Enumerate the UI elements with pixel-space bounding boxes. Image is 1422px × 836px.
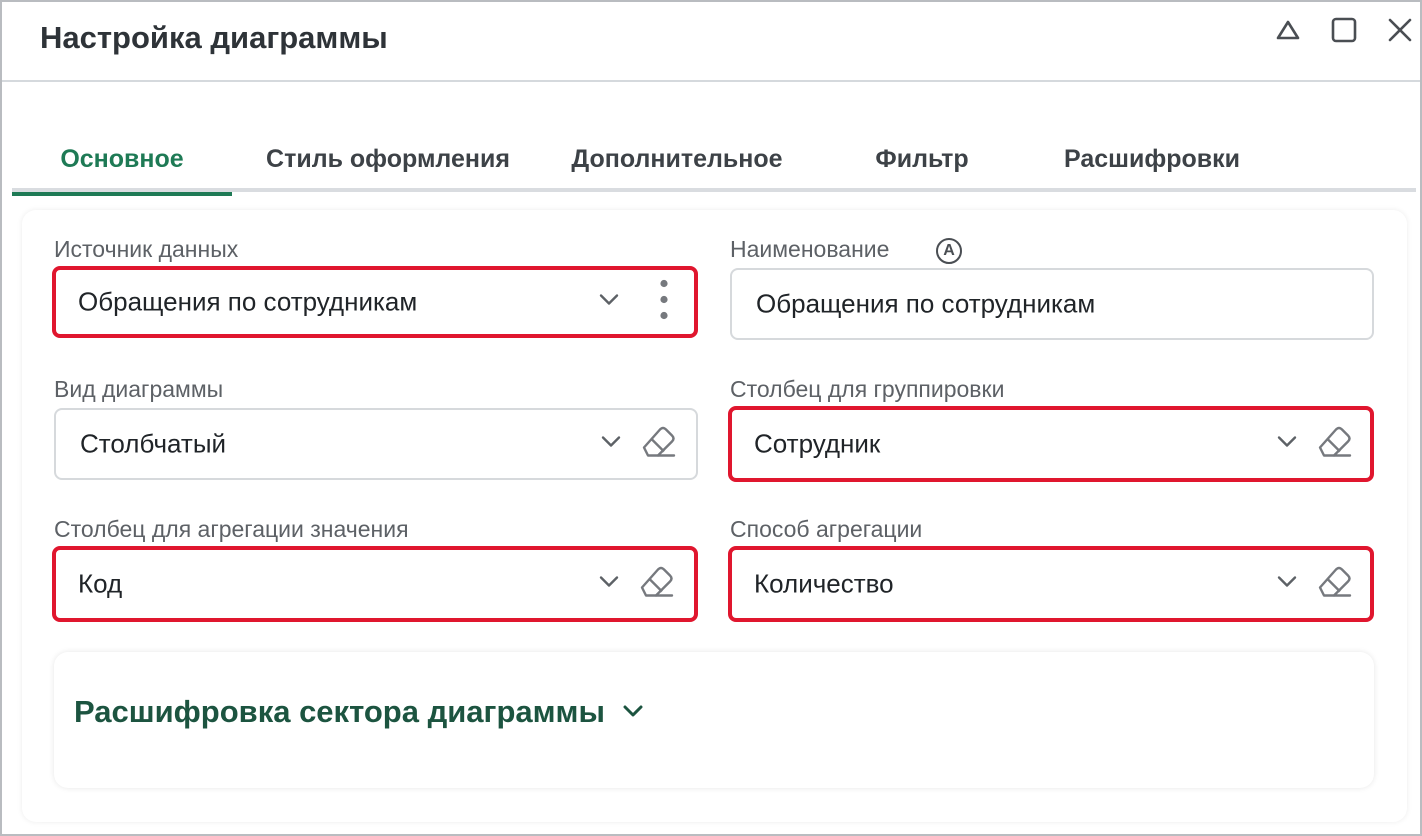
eraser-icon[interactable] [1314,564,1354,605]
section-title: Расшифровка сектора диаграммы [74,694,605,729]
tab-style[interactable]: Стиль оформления [248,126,528,192]
eraser-icon[interactable] [636,564,676,605]
tab-filter[interactable]: Фильтр [852,126,992,192]
group-column-select[interactable]: Сотрудник [728,406,1374,482]
chevron-down-icon[interactable] [596,287,622,318]
chart-type-select[interactable]: Столбчатый [54,408,698,480]
tab-bar: Основное Стиль оформления Дополнительное… [12,126,1416,196]
tab-style-label: Стиль оформления [266,144,510,173]
close-icon[interactable] [1384,14,1416,46]
name-value: Обращения по сотрудникам [756,288,1096,319]
collapse-icon[interactable] [1272,14,1304,46]
aggregation-value: Количество [754,568,894,599]
auto-name-icon: A [936,238,962,264]
chevron-down-icon[interactable] [1274,569,1300,600]
data-source-select[interactable]: Обращения по сотрудникам [52,266,698,338]
eraser-icon[interactable] [1314,424,1354,465]
maximize-icon[interactable] [1328,14,1360,46]
chevron-down-icon[interactable] [1274,429,1300,460]
tab-filter-label: Фильтр [875,144,969,173]
value-column-label: Столбец для агрегации значения [54,516,409,542]
chart-type-value: Столбчатый [80,428,227,459]
aggregation-select[interactable]: Количество [728,546,1374,622]
chevron-down-icon[interactable] [620,696,646,732]
aggregation-label: Способ агрегации [730,516,923,542]
group-column-value: Сотрудник [754,428,881,459]
tab-main-label: Основное [60,144,184,173]
chart-settings-dialog: Настройка диаграммы Основное Стиль оформ… [0,0,1422,836]
chart-type-label: Вид диаграммы [54,376,224,402]
dialog-title: Настройка диаграммы [40,20,388,55]
group-column-label: Столбец для группировки [730,376,1005,402]
chevron-down-icon[interactable] [596,569,622,600]
auto-name-badge-text: A [943,242,955,259]
section-toggle[interactable]: Расшифровка сектора диаграммы [74,694,646,732]
tab-additional[interactable]: Дополнительное [552,126,802,192]
name-label: Наименование [730,236,890,262]
value-column-value: Код [78,568,123,599]
tab-drilldowns[interactable]: Расшифровки [1042,126,1262,192]
eraser-icon[interactable] [638,424,678,465]
title-bar: Настройка диаграммы [2,2,1420,82]
tab-drilldowns-label: Расшифровки [1063,144,1241,173]
tab-main[interactable]: Основное [12,126,232,196]
chevron-down-icon[interactable] [598,429,624,460]
more-vertical-icon[interactable] [658,279,670,325]
data-source-label: Источник данных [54,236,239,262]
value-column-select[interactable]: Код [52,546,698,622]
tab-additional-label: Дополнительное [571,144,783,173]
name-input[interactable]: Обращения по сотрудникам [730,268,1374,340]
data-source-value: Обращения по сотрудникам [78,286,418,317]
chart-sector-drilldown-section: Расшифровка сектора диаграммы [54,652,1374,788]
